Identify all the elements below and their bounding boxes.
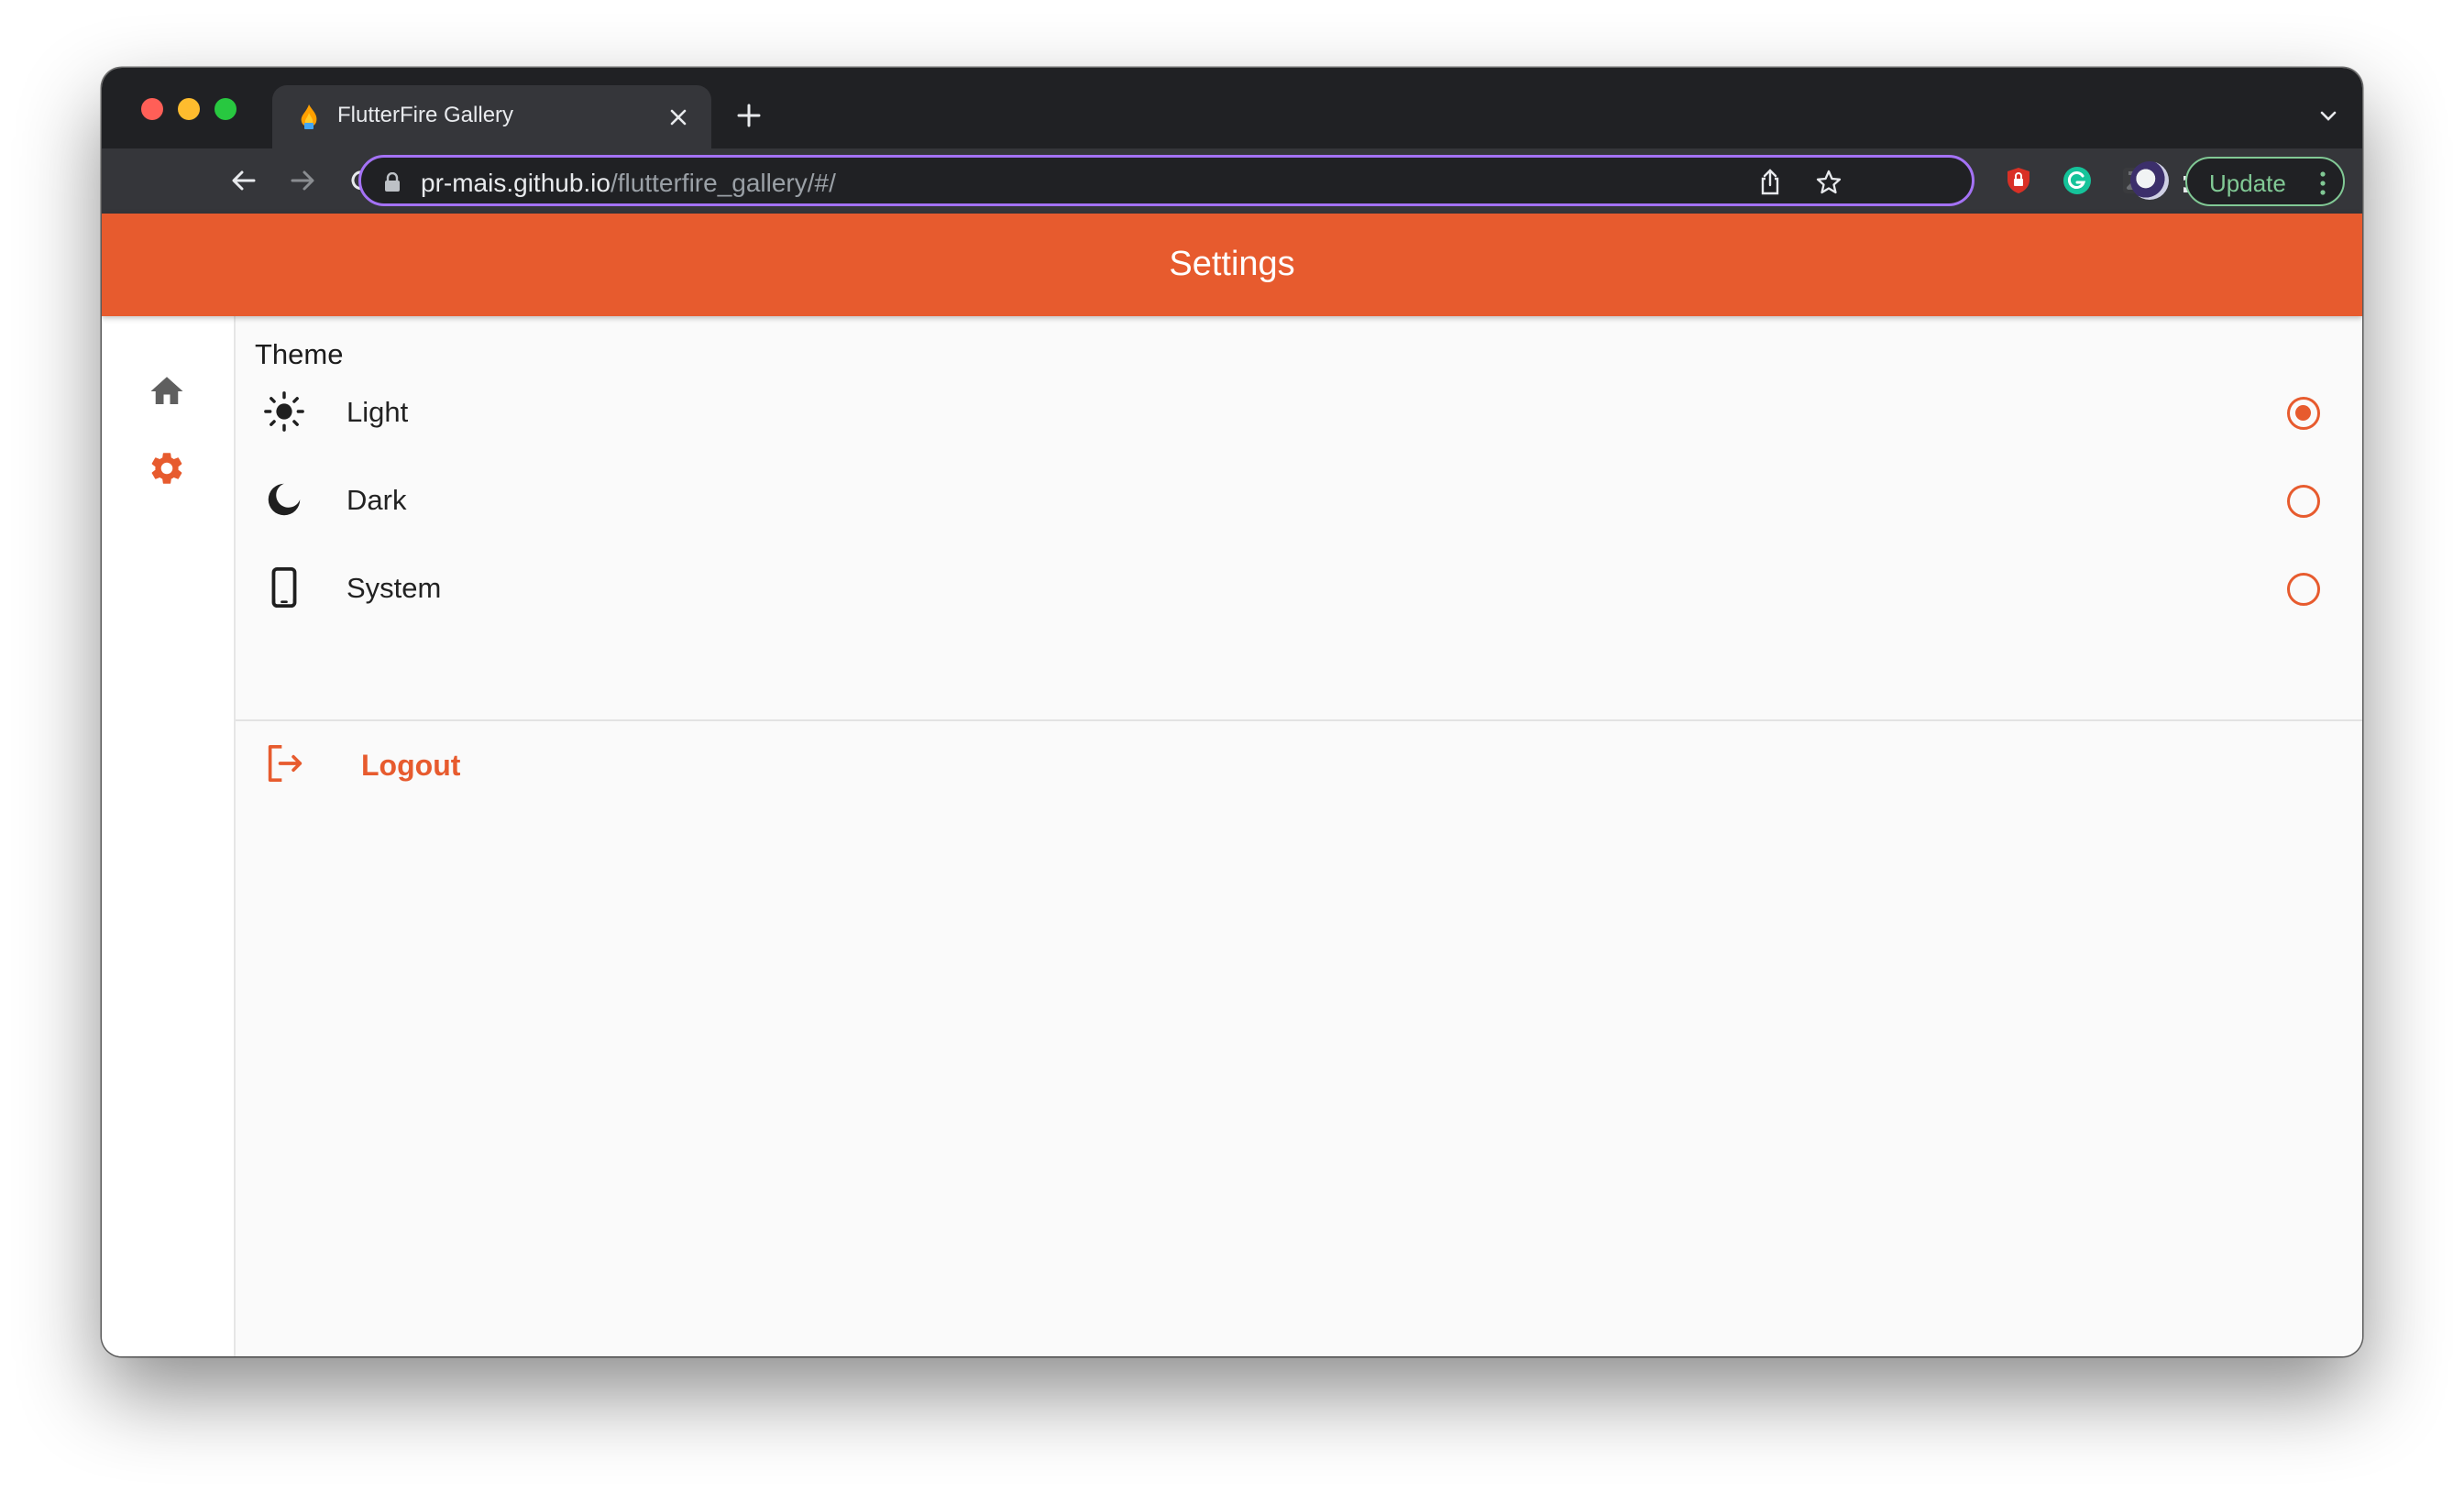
browser-toolbar: pr-mais.github.io/flutterfire_gallery/#/ (102, 148, 2362, 214)
shield-extension-icon[interactable] (2003, 165, 2034, 196)
radio-button[interactable] (2287, 485, 2320, 518)
url-text[interactable]: pr-mais.github.io/flutterfire_gallery/#/ (421, 169, 836, 198)
moon-icon (268, 483, 301, 516)
window-minimize-button[interactable] (178, 98, 200, 120)
title-bar: FlutterFire Gallery (102, 68, 2362, 148)
lock-icon[interactable] (384, 172, 401, 192)
address-bar[interactable]: pr-mais.github.io/flutterfire_gallery/#/ (358, 155, 1974, 206)
page-title: Settings (1169, 245, 1295, 283)
star-icon[interactable] (1815, 169, 1842, 196)
plus-icon[interactable] (736, 103, 762, 128)
flutterfire-favicon-icon (301, 104, 317, 129)
back-arrow-icon[interactable] (228, 165, 259, 196)
home-icon[interactable] (148, 372, 186, 411)
forward-arrow-icon[interactable] (287, 165, 318, 196)
app-bar: Settings (102, 214, 2362, 316)
update-button[interactable]: Update (2185, 157, 2345, 206)
browser-tab[interactable]: FlutterFire Gallery (272, 85, 711, 148)
logout-label: Logout (361, 749, 461, 782)
tab-title: FlutterFire Gallery (337, 103, 514, 127)
update-label: Update (2209, 170, 2286, 197)
logout-button[interactable]: Logout (236, 721, 2362, 809)
phone-icon (271, 566, 297, 609)
grammarly-extension-icon[interactable] (2062, 165, 2093, 196)
profile-avatar[interactable] (2130, 161, 2169, 200)
theme-section-label: Theme (255, 338, 344, 370)
browser-window: FlutterFire Gallery pr-mais.github.io/fl… (102, 68, 2362, 1356)
settings-content: Theme Light Dark System Logout (236, 316, 2362, 1356)
window-maximize-button[interactable] (214, 98, 236, 120)
logout-icon (268, 744, 302, 782)
more-vert-icon[interactable] (2319, 171, 2326, 195)
close-icon[interactable] (667, 106, 689, 128)
window-close-button[interactable] (141, 98, 163, 120)
radio-button-selected[interactable] (2287, 397, 2320, 430)
sun-icon (264, 391, 304, 432)
theme-option-label: Light (346, 396, 409, 428)
chevron-down-icon[interactable] (2317, 104, 2339, 126)
theme-option-light[interactable]: Light (236, 368, 2362, 456)
theme-option-dark[interactable]: Dark (236, 456, 2362, 544)
gear-icon[interactable] (148, 449, 186, 488)
theme-option-system[interactable]: System (236, 544, 2362, 632)
theme-option-label: Dark (346, 484, 407, 516)
theme-option-label: System (346, 572, 442, 604)
radio-button[interactable] (2287, 573, 2320, 606)
share-icon[interactable] (1756, 169, 1784, 196)
navigation-rail (102, 316, 236, 1356)
